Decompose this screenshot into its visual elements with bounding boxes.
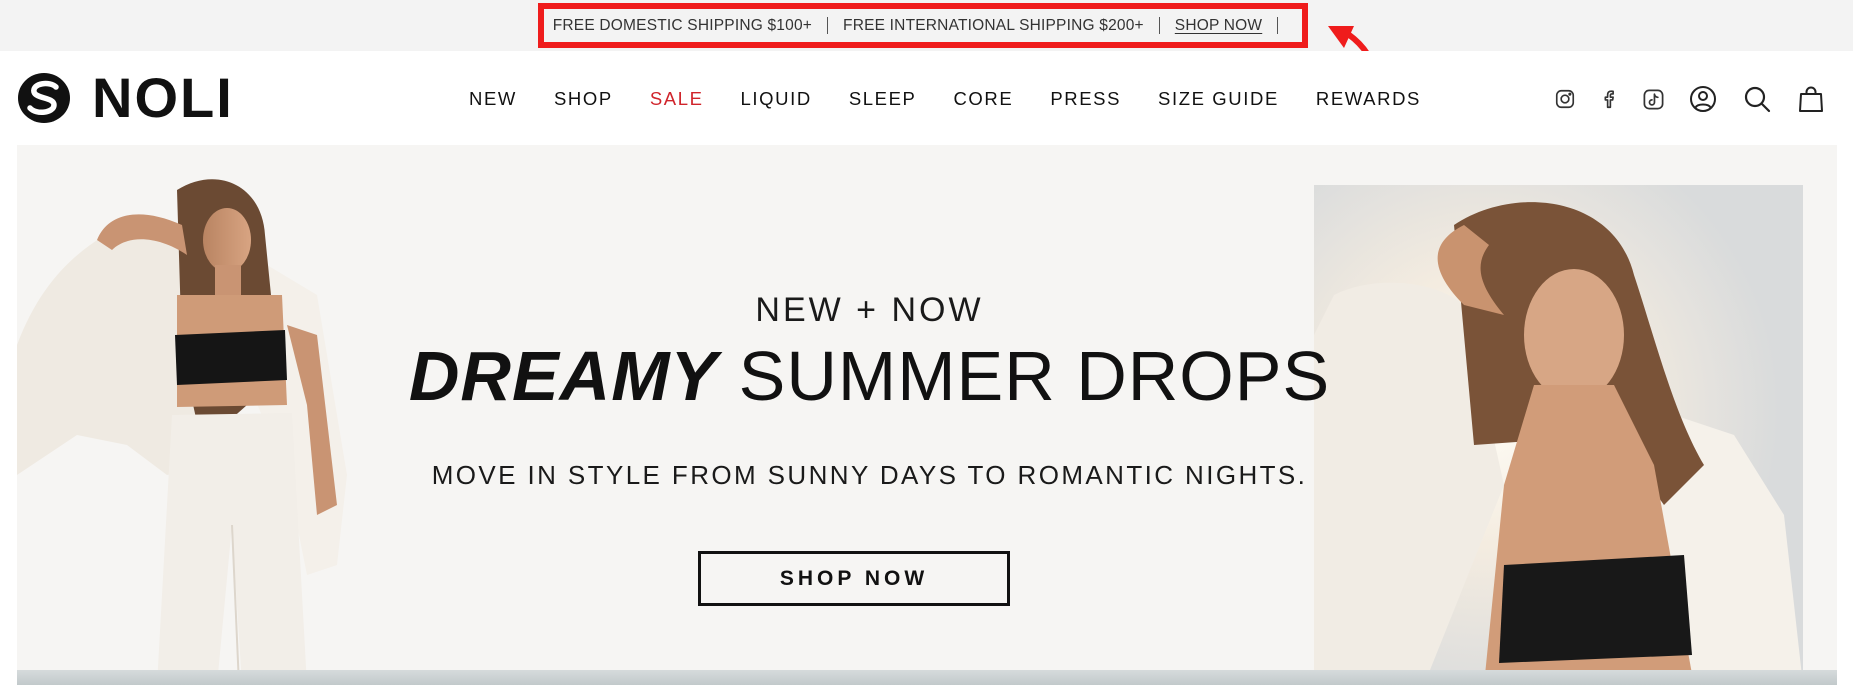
instagram-icon[interactable] — [1550, 84, 1580, 114]
announcement-divider — [1158, 17, 1160, 34]
nav-item-sleep[interactable]: SLEEP — [849, 88, 917, 110]
hero-title-rest: SUMMER DROPS — [738, 337, 1331, 415]
nav-item-shop[interactable]: SHOP — [554, 88, 613, 110]
cart-icon[interactable] — [1796, 84, 1826, 114]
hero-subtitle: MOVE IN STYLE FROM SUNNY DAYS TO ROMANTI… — [431, 460, 1308, 490]
hero-title-emphasis: DREAMY — [408, 337, 719, 415]
hero-model-left-image — [17, 145, 377, 685]
tiktok-icon[interactable] — [1638, 84, 1668, 114]
search-icon[interactable] — [1742, 84, 1772, 114]
announcement-divider — [1277, 17, 1279, 34]
announcement-highlight-box: FREE DOMESTIC SHIPPING $100+ FREE INTERN… — [538, 3, 1308, 48]
hero-eyebrow: NEW + NOW — [755, 291, 984, 329]
international-shipping-text: FREE INTERNATIONAL SHIPPING $200+ — [843, 16, 1144, 34]
site-header: NOLI NEW SHOP SALE LIQUID SLEEP CORE PRE… — [0, 51, 1853, 144]
main-nav: NEW SHOP SALE LIQUID SLEEP CORE PRESS SI… — [469, 86, 1458, 112]
hero-banner: NEW + NOW DREAMY SUMMER DROPS MOVE IN ST… — [17, 145, 1837, 685]
domestic-shipping-text: FREE DOMESTIC SHIPPING $100+ — [552, 16, 813, 34]
hero-title: DREAMY SUMMER DROPS — [387, 341, 1352, 411]
brand-name: NOLI — [92, 66, 234, 129]
nav-item-new[interactable]: NEW — [469, 88, 517, 110]
nav-item-sale[interactable]: SALE — [650, 88, 704, 110]
nav-item-core[interactable]: CORE — [953, 88, 1013, 110]
announcement-bar: FREE DOMESTIC SHIPPING $100+ FREE INTERN… — [0, 0, 1853, 123]
facebook-icon[interactable] — [1594, 84, 1624, 114]
nav-item-press[interactable]: PRESS — [1050, 88, 1121, 110]
logo-mark-icon — [18, 73, 70, 123]
nav-item-rewards[interactable]: REWARDS — [1316, 88, 1421, 110]
header-icons — [1550, 78, 1826, 120]
announcement-shop-now-link[interactable]: SHOP NOW — [1175, 17, 1262, 35]
nav-item-liquid[interactable]: LIQUID — [741, 88, 812, 110]
announcement-divider — [827, 17, 829, 34]
brand-logo[interactable]: NOLI — [16, 66, 234, 129]
account-icon[interactable] — [1688, 84, 1718, 114]
hero-model-right-image — [1314, 185, 1803, 685]
nav-item-size-guide[interactable]: SIZE GUIDE — [1158, 88, 1279, 110]
hero-shop-now-button[interactable]: SHOP NOW — [698, 551, 1010, 606]
hero-content: NEW + NOW DREAMY SUMMER DROPS MOVE IN ST… — [387, 145, 1352, 685]
